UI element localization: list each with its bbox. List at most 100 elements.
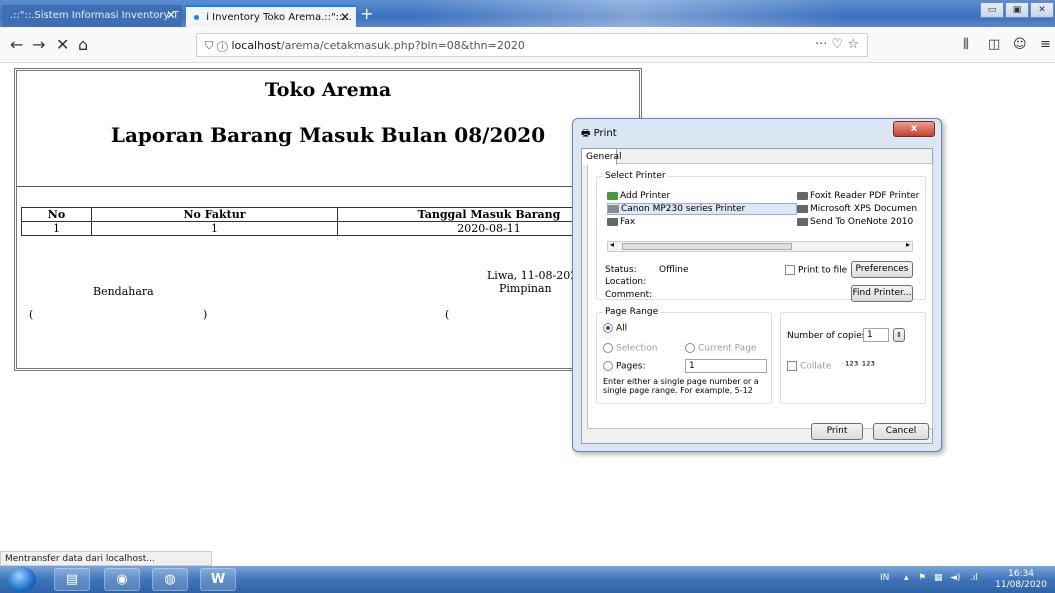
clock-time: 16:34: [1008, 569, 1035, 579]
status-label: Status:: [605, 265, 637, 275]
word-icon[interactable]: W: [200, 568, 236, 591]
new-tab-icon[interactable]: +: [360, 4, 373, 23]
pages-input[interactable]: 1: [685, 359, 767, 373]
network-icon[interactable]: ▦: [934, 573, 943, 583]
start-button[interactable]: [8, 567, 36, 592]
preferences-button[interactable]: Preferences: [851, 261, 913, 278]
page-actions: ··· ♡ ☆: [815, 37, 859, 52]
printer-icon: [797, 217, 808, 226]
tab-sistem-informasi[interactable]: .::"::.Sistem Informasi Inventory T ✕: [2, 5, 182, 27]
tab-label: .::"::.Sistem Informasi Inventory T: [10, 10, 179, 21]
printer-icon: [797, 191, 808, 200]
printer-list-scrollbar[interactable]: ◂ ▸: [607, 240, 913, 252]
bookmark-star-icon[interactable]: ☆: [847, 37, 859, 52]
printer-item-fax[interactable]: Fax: [607, 217, 635, 227]
page-range-hint: Enter either a single page number or a s…: [603, 377, 759, 395]
fax-icon: [607, 217, 618, 226]
clock-date: 11/08/2020: [995, 580, 1047, 590]
printer-item-canon[interactable]: Canon MP230 series Printer: [607, 203, 797, 215]
dialog-title: Print: [593, 128, 617, 139]
tray-expand-icon[interactable]: ▴: [904, 573, 909, 583]
library-icon[interactable]: ⫼: [963, 37, 969, 52]
store-name: Toko Arema: [264, 79, 392, 101]
signal-icon[interactable]: .ıl: [970, 573, 978, 583]
firefox-icon[interactable]: ◍: [152, 568, 188, 591]
left-signatory-role: Bendahara: [93, 285, 154, 298]
language-indicator[interactable]: IN: [880, 573, 889, 583]
report-content: Toko Arema Laporan Barang Masuk Bulan 08…: [16, 70, 641, 369]
close-tab-icon[interactable]: ✕: [340, 10, 350, 24]
scroll-left-icon[interactable]: ◂: [610, 240, 614, 249]
menu-icon[interactable]: ≡: [1040, 37, 1051, 52]
report-title: Laporan Barang Masuk Bulan 08/2020: [110, 123, 546, 147]
loading-dot-icon: [194, 14, 199, 20]
copies-spinner-icon[interactable]: ⇕: [893, 328, 905, 342]
more-actions-icon[interactable]: ···: [815, 37, 827, 52]
add-printer-icon: [607, 191, 618, 200]
dialog-title-bar: 🖶 Print: [581, 126, 617, 143]
url-bar[interactable]: ⛉ ⓘ localhost/arema/cetakmasuk.php?bln=0…: [196, 33, 868, 57]
pocket-icon[interactable]: ♡: [832, 37, 844, 52]
print-dialog: 🖶 Print x General Select Printer Add Pri…: [572, 118, 942, 452]
table-row: 1 1 2020-08-11: [21, 221, 641, 236]
printer-item-add-printer[interactable]: Add Printer: [607, 191, 670, 201]
printer-item-foxit[interactable]: Foxit Reader PDF Printer: [797, 191, 919, 201]
range-all-radio[interactable]: All: [603, 323, 627, 334]
location-label: Location:: [605, 277, 647, 287]
select-printer-label: Select Printer: [603, 171, 668, 181]
browser-status-bar: Mentransfer data dari localhost...: [0, 551, 212, 566]
cancel-button[interactable]: Cancel: [873, 423, 929, 440]
home-icon[interactable]: ⌂: [78, 35, 88, 54]
windows-taskbar: ▤ ◉ ◍ W IN ▴ ⚑ ▦ ◄) .ıl 16:34 11/08/2020: [0, 566, 1055, 593]
account-icon[interactable]: ☺: [1013, 37, 1027, 52]
copies-input[interactable]: 1: [863, 328, 889, 342]
copies-group: Number of copies: 1 ⇕ Collate ¹²³ ¹²³: [780, 312, 926, 404]
back-icon[interactable]: ←: [10, 35, 23, 54]
select-printer-group: Select Printer Add Printer Canon MP230 s…: [596, 171, 926, 302]
scroll-right-icon[interactable]: ▸: [906, 240, 910, 249]
right-signatory-role: Pimpinan: [499, 282, 552, 295]
printer-icon: 🖶: [581, 128, 591, 139]
collate-checkbox[interactable]: Collate: [787, 361, 831, 372]
divider: [17, 186, 639, 187]
print-button[interactable]: Print: [811, 423, 863, 440]
explorer-icon[interactable]: ▤: [54, 568, 90, 591]
system-clock[interactable]: 16:34 11/08/2020: [995, 569, 1047, 591]
chrome-icon[interactable]: ◉: [104, 568, 140, 591]
scrollbar-thumb[interactable]: [622, 243, 792, 250]
minimize-icon[interactable]: ▭: [980, 2, 1004, 18]
browser-tab-bar: .::"::.Sistem Informasi Inventory T ✕ i …: [0, 0, 1055, 27]
action-center-icon[interactable]: ⚑: [918, 573, 926, 583]
volume-icon[interactable]: ◄): [950, 573, 960, 583]
dialog-close-button[interactable]: x: [893, 121, 935, 137]
restore-icon[interactable]: ▣: [1005, 2, 1029, 18]
tab-inventory-toko-arema[interactable]: i Inventory Toko Arema.::"::... ✕: [186, 5, 356, 27]
shield-icon[interactable]: ⛉: [205, 39, 213, 52]
close-window-icon[interactable]: ✕: [1030, 2, 1054, 18]
col-header-no: No: [21, 207, 92, 222]
printer-icon: [608, 204, 619, 213]
copies-label: Number of copies:: [787, 331, 870, 341]
close-tab-icon[interactable]: ✕: [166, 8, 176, 22]
page-range-group: Page Range All Selection Current Page Pa…: [596, 307, 772, 404]
find-printer-button[interactable]: Find Printer...: [851, 285, 913, 302]
status-value: Offline: [659, 265, 689, 275]
place-date: Liwa, 11-08-2020: [487, 269, 585, 282]
stop-icon[interactable]: ✕: [56, 35, 69, 54]
table-header-row: No No Faktur Tanggal Masuk Barang: [21, 207, 641, 222]
printer-icon: [797, 204, 808, 213]
print-to-file-checkbox[interactable]: Print to file: [785, 265, 847, 276]
forward-icon[interactable]: →: [32, 35, 45, 54]
printer-item-xps[interactable]: Microsoft XPS Documen: [797, 204, 917, 214]
col-header-no-faktur: No Faktur: [91, 207, 338, 222]
url-host: localhost: [231, 39, 281, 52]
range-pages-radio[interactable]: Pages:: [603, 361, 646, 372]
range-selection-radio[interactable]: Selection: [603, 343, 657, 354]
cell-no-faktur: 1: [91, 221, 338, 236]
range-current-page-radio[interactable]: Current Page: [685, 343, 756, 354]
url-path: /arema/cetakmasuk.php?bln=08&thn=2020: [280, 39, 525, 52]
sidebar-icon[interactable]: ◫: [988, 37, 1000, 52]
tab-general[interactable]: General: [581, 148, 621, 165]
info-icon[interactable]: ⓘ: [217, 39, 228, 52]
printer-item-onenote[interactable]: Send To OneNote 2010: [797, 217, 913, 227]
